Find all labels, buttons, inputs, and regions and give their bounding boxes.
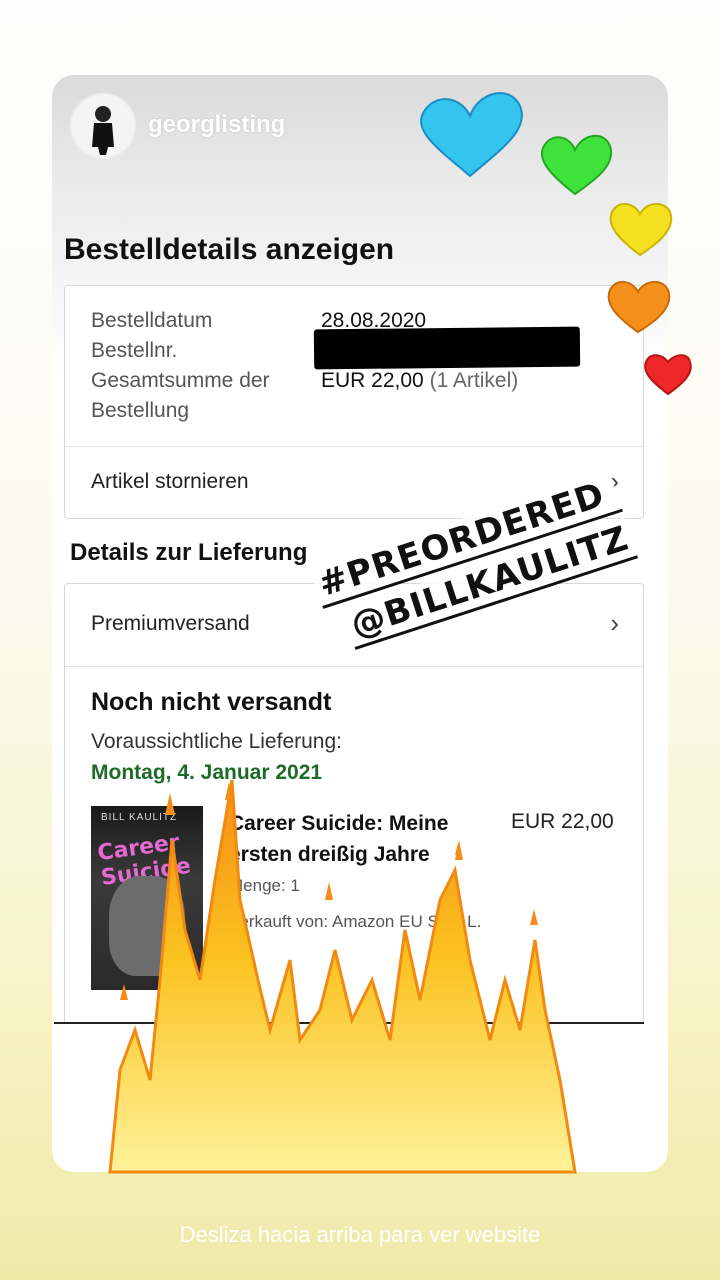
swipe-up-prompt[interactable]: Desliza hacia arriba para ver website	[0, 1222, 720, 1248]
